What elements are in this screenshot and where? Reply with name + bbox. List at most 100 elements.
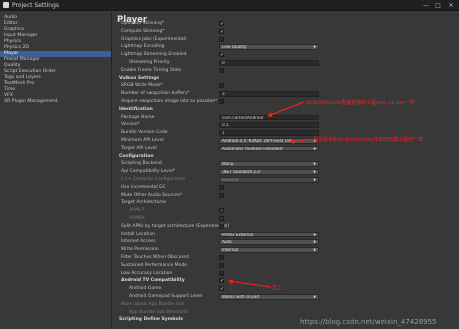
target-api-level-dropdown-value: Automatic (highest installed) [222, 145, 283, 151]
c-compiler-configuration-dropdown[interactable]: Release ▼ [219, 177, 319, 183]
graphics-jobs-experimental-label: Graphics Jobs (Experimental) [121, 36, 187, 42]
low-accuracy-location-checkbox[interactable] [219, 270, 224, 276]
internet-access-dropdown[interactable]: Auto ▼ [219, 239, 319, 245]
target-api-level-dropdown[interactable]: Automatic (highest installed) ▼ [219, 145, 319, 152]
c-compiler-configuration-dropdown-value: Release [222, 177, 239, 182]
minimum-api-level-label: Minimum API Level [121, 138, 164, 143]
chevron-down-icon: ▼ [313, 170, 316, 175]
sustained-performance-mode-checkbox[interactable] [219, 262, 224, 268]
chevron-down-icon: ▼ [313, 240, 316, 245]
number-of-swapchain-buffers-label: Number of swapchain buffers* [121, 91, 190, 97]
section-identification: Identification [113, 106, 459, 113]
chevron-down-icon: ▼ [313, 248, 316, 253]
srgb-write-mode-checkbox[interactable] [219, 83, 224, 89]
scripting-backend-dropdown[interactable]: Mono ▼ [219, 161, 319, 167]
android-tv-compatibility-checkbox[interactable]: ✓ [219, 278, 224, 284]
api-compatibility-level-dropdown-value: .NET Standard 2.0 [222, 169, 261, 175]
write-permission-dropdown[interactable]: Internal ▼ [219, 247, 319, 253]
package-name-input[interactable]: com.cw.testAndroid [219, 114, 319, 121]
row-armv7: ARMv7 ✓ [113, 207, 459, 214]
minimize-button[interactable]: — [420, 0, 432, 11]
chevron-down-icon: ▼ [313, 45, 316, 50]
write-permission-dropdown-value: Internal [222, 247, 239, 253]
lightmap-encoding-dropdown-value: Low Quality [222, 44, 247, 50]
chevron-down-icon: ▼ [313, 146, 316, 151]
chevron-down-icon: ▼ [313, 232, 316, 237]
row-c-compiler-configuration: C++ Compiler Configuration Release ▼ [113, 176, 459, 183]
row-arm64: ARM64 [113, 215, 459, 222]
compute-skinning-checkbox[interactable]: ✓ [219, 28, 224, 34]
row-internet-access: Internet Access Auto ▼ [113, 238, 459, 245]
streaming-priority-input[interactable]: 0 [219, 60, 319, 66]
project-settings-window: Project Settings — □ ✕ Audio Editor Graphi… [0, 0, 459, 329]
configuration-label: Configuration [119, 153, 154, 159]
android-gamepad-support-level-dropdown[interactable]: Works with D-pad ▼ [219, 294, 319, 300]
window-icon [3, 2, 9, 8]
annotation-min-api: 最低版本和AndroidStudio开发时创建工程时一样 [313, 137, 424, 143]
title-bar: Project Settings — □ ✕ [0, 0, 459, 11]
lightmap-encoding-dropdown[interactable]: Low Quality ▼ [219, 44, 319, 50]
bundle-version-code-input[interactable]: 1 [219, 130, 319, 136]
acquire-swapchain-image-late-as-possible-checkbox[interactable] [219, 99, 224, 104]
streaming-priority-label: Streaming Priority [129, 60, 170, 65]
chevron-down-icon: ▼ [313, 162, 316, 167]
row-compute-skinning: Compute Skinning* ✓ [113, 28, 459, 35]
lightmap-streaming-enabled-label: Lightmap Streaming Enabled [121, 52, 187, 58]
armv7-label: ARMv7 [129, 208, 145, 214]
armv7-checkbox[interactable]: ✓ [219, 208, 224, 214]
row-optimize-skinning: Optimize Skinning* ✓ [113, 20, 459, 27]
android-gamepad-support-level-dropdown-value: Works with D-pad [222, 294, 259, 299]
mute-other-audio-sources-checkbox[interactable] [219, 192, 224, 198]
write-permission-label: Write Permission [121, 247, 159, 253]
android-game-checkbox[interactable]: ✓ [219, 286, 224, 292]
lightmap-streaming-enabled-checkbox[interactable]: ✓ [219, 52, 224, 58]
graphics-jobs-experimental-checkbox[interactable] [219, 36, 224, 42]
install-location-dropdown[interactable]: Prefer External ▼ [219, 231, 319, 238]
split-apks-by-target-architecture-experimental-checkbox[interactable] [219, 223, 224, 229]
c-compiler-configuration-label: C++ Compiler Configuration [121, 177, 186, 182]
mute-other-audio-sources-label: Mute Other Audio Sources* [121, 192, 183, 198]
version-input[interactable]: 0.1 [219, 122, 319, 128]
use-incremental-gc-checkbox[interactable] [219, 184, 224, 190]
api-compatibility-level-dropdown[interactable]: .NET Standard 2.0 ▼ [219, 169, 319, 175]
internet-access-label: Internet Access [121, 239, 156, 245]
window-title: Project Settings [12, 2, 60, 9]
row-api-compatibility-level: Api Compatibility Level* .NET Standard 2.… [113, 168, 459, 175]
minimum-api-level-dropdown[interactable]: Android 4.4 'KitKat' (API level 19) ▼ [219, 138, 319, 144]
arm64-checkbox[interactable] [219, 216, 224, 221]
arm64-label: ARM64 [129, 216, 145, 221]
section-vulkan-settings: Vulkan Settings [113, 75, 459, 82]
row-sustained-performance-mode: Sustained Performance Mode [113, 262, 459, 269]
install-location-label: Install Location [121, 231, 156, 237]
low-accuracy-location-label: Low Accuracy Location [121, 270, 173, 276]
maximize-button[interactable]: □ [432, 0, 444, 11]
identification-label: Identification [119, 106, 153, 112]
annotation-package-name: AndroidStudio里面创建的工程com.xx.xxx一样 [306, 100, 415, 106]
internet-access-dropdown-value: Auto [222, 239, 232, 245]
row-filter-touches-when-obscured: Filter Touches When Obscured [113, 254, 459, 261]
acquire-swapchain-image-late-as-possible-label: Acquire swapchain image late as possible… [121, 99, 218, 104]
close-button[interactable]: ✕ [445, 0, 457, 11]
row-target-api-level: Target API Level Automatic (highest insta… [113, 145, 459, 152]
version-label: Version* [121, 122, 140, 128]
row-install-location: Install Location Prefer External ▼ [113, 231, 459, 238]
compute-skinning-label: Compute Skinning* [121, 28, 165, 34]
number-of-swapchain-buffers-input[interactable]: 3 [219, 91, 319, 97]
chevron-down-icon: ▼ [313, 178, 316, 182]
row-srgb-write-mode: SRGB Write Mode* [113, 82, 459, 89]
player-settings-panel: Player Optimize Skinning* ✓ Compute Skinni… [113, 12, 459, 329]
row-write-permission: Write Permission Internal ▼ [113, 246, 459, 253]
row-target-architectures: Target Architectures [113, 199, 459, 206]
sidebar-item-xr-plugin-management[interactable]: XR Plugin Management [0, 99, 111, 105]
minimum-api-level-dropdown-value: Android 4.4 'KitKat' (API level 19) [222, 138, 292, 143]
row-android-gamepad-support-level: Android Gamepad Support Level Works with … [113, 293, 459, 300]
package-name-label: Package Name [121, 114, 155, 120]
srgb-write-mode-label: SRGB Write Mode* [121, 83, 163, 89]
api-compatibility-level-label: Api Compatibility Level* [121, 169, 176, 175]
filter-touches-when-obscured-checkbox[interactable] [219, 255, 224, 260]
optimize-skinning-checkbox[interactable]: ✓ [219, 21, 224, 27]
use-incremental-gc-label: Use incremental GC [121, 184, 166, 190]
enable-frame-timing-stats-checkbox[interactable] [219, 67, 224, 73]
row-warn-about-app-bundle-size: Warn about App Bundle size [113, 301, 459, 308]
annotation-tv-compat: 选上 [272, 285, 283, 291]
